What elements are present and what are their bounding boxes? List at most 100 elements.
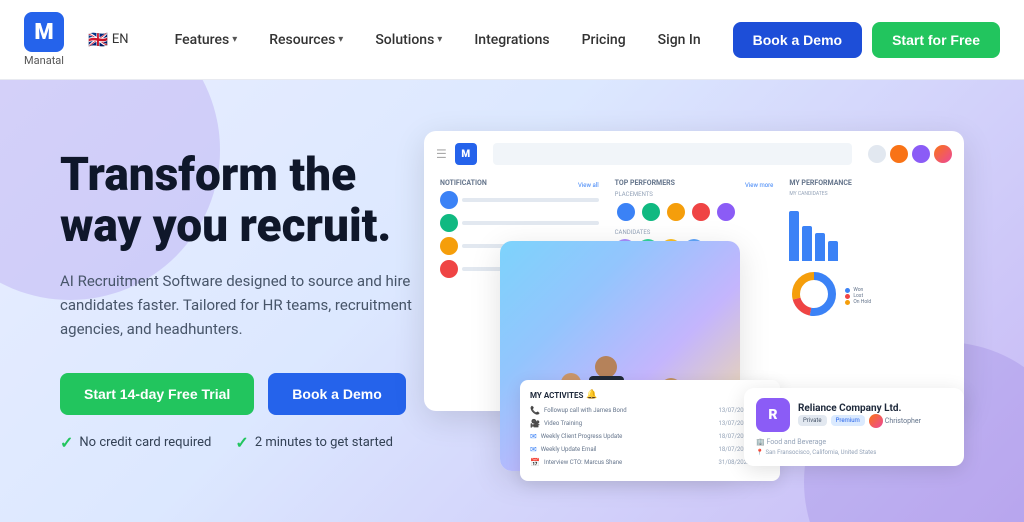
navbar: M Manatal 🇬🇧 EN Features ▾ Resources ▾ S… [0, 0, 1024, 80]
email-icon: ✉ [530, 445, 537, 454]
nav-signin[interactable]: Sign In [644, 24, 715, 56]
top-perf-avatars [615, 201, 774, 223]
company-card: R Reliance Company Ltd. Private Premium … [744, 388, 964, 466]
bar [828, 241, 838, 261]
book-demo-button[interactable]: Book a Demo [733, 22, 862, 58]
nav-resources[interactable]: Resources ▾ [255, 24, 357, 56]
top-performers-title: TOP PERFORMERS [615, 179, 675, 187]
company-name: Reliance Company Ltd. [798, 403, 921, 414]
legend: Won Lost On Hold [845, 287, 871, 305]
company-tags: Private Premium Christopher [798, 414, 921, 428]
notif-avatar [440, 214, 458, 232]
activity-item: 📅 Interview CTO: Marcus Shane 31/08/2022… [530, 458, 770, 467]
perf-avatar [640, 201, 662, 223]
perf-avatar [690, 201, 712, 223]
location-icon: 📍 [756, 449, 763, 456]
notif-avatar [440, 191, 458, 209]
dash-settings-icon [912, 145, 930, 163]
company-info: Reliance Company Ltd. Private Premium Ch… [798, 403, 921, 428]
check-icon: ✓ [235, 433, 248, 452]
company-logo: R [756, 398, 790, 432]
donut-area: Won Lost On Hold [789, 269, 948, 319]
donut-chart [789, 269, 839, 319]
legend-dot [845, 288, 850, 293]
premium-tag: Premium [831, 415, 865, 426]
lang-code: EN [112, 32, 129, 47]
activities-card: MY ACTIVITES 🔔 📞 Followup call with Jame… [520, 380, 780, 481]
chevron-down-icon: ▾ [338, 34, 343, 45]
legend-dot [845, 294, 850, 299]
calendar-icon: 📅 [530, 458, 540, 467]
company-top: R Reliance Company Ltd. Private Premium … [756, 398, 952, 432]
activity-item: ✉ Weekly Update Email 18/07/2022 - 09:00 [530, 445, 770, 454]
perf-avatar [715, 201, 737, 223]
nav-pricing[interactable]: Pricing [568, 24, 640, 56]
nav-features[interactable]: Features ▾ [161, 24, 252, 56]
free-trial-button[interactable]: Start 14-day Free Trial [60, 373, 254, 415]
dash-search-bar [493, 143, 852, 165]
building-icon: 🏢 [756, 438, 765, 446]
activity-item: 🎥 Video Training 13/07/2023 - 11:00 [530, 419, 770, 428]
perf-avatar [665, 201, 687, 223]
nav-links: Features ▾ Resources ▾ Solutions ▾ Integ… [161, 24, 733, 56]
my-candidates-label: MY CANDIDATES [789, 191, 948, 197]
bar-chart [789, 201, 948, 261]
badge-no-credit-card: ✓ No credit card required [60, 433, 211, 452]
notif-item [440, 214, 599, 232]
check-icon: ✓ [60, 433, 73, 452]
bell-icon: 🔔 [586, 390, 597, 400]
perf-avatar [615, 201, 637, 223]
bar [802, 226, 812, 261]
start-free-button[interactable]: Start for Free [872, 22, 1000, 58]
dash-avatar [934, 145, 952, 163]
candidates-label: CANDIDATES [615, 229, 774, 236]
company-user: Christopher [869, 414, 921, 428]
dash-topbar: ☰ M [436, 143, 952, 165]
hero-subtitle: AI Recruitment Software designed to sour… [60, 269, 420, 341]
nav-solutions[interactable]: Solutions ▾ [361, 24, 456, 56]
video-icon: 🎥 [530, 419, 540, 428]
notif-item [440, 191, 599, 209]
bar [789, 211, 799, 261]
logo-icon: M [24, 12, 64, 52]
activities-title: MY ACTIVITES 🔔 [530, 390, 770, 400]
brand-name: Manatal [24, 54, 64, 67]
hero-right: ☰ M NOTIFICATION View all [510, 121, 964, 481]
language-selector[interactable]: 🇬🇧 EN [88, 30, 129, 49]
phone-icon: 📞 [530, 406, 540, 415]
chevron-down-icon: ▾ [437, 34, 442, 45]
notification-title: NOTIFICATION [440, 179, 487, 187]
nav-actions: Book a Demo Start for Free [733, 22, 1000, 58]
my-performance-title: MY PERFORMANCE [789, 179, 948, 187]
my-performance-col: MY PERFORMANCE MY CANDIDATES [785, 175, 952, 405]
bar [815, 233, 825, 261]
hero-badges: ✓ No credit card required ✓ 2 minutes to… [60, 433, 490, 452]
menu-icon: ☰ [436, 147, 447, 161]
flag-icon: 🇬🇧 [88, 30, 108, 49]
legend-onhold: On Hold [845, 299, 871, 305]
legend-dot [845, 300, 850, 305]
company-location: 📍 San Fransocisco, California, United St… [756, 449, 952, 456]
notif-avatar [440, 237, 458, 255]
notif-avatar [440, 260, 458, 278]
email-icon: ✉ [530, 432, 537, 441]
badge-quick-start: ✓ 2 minutes to get started [235, 433, 393, 452]
hero-book-demo-button[interactable]: Book a Demo [268, 373, 405, 415]
dash-notification-icon [890, 145, 908, 163]
activity-item: 📞 Followup call with James Bond 13/07/20… [530, 406, 770, 415]
activity-item: ✉ Weekly Client Progress Update 18/07/20… [530, 432, 770, 441]
dash-logo: M [455, 143, 477, 165]
nav-integrations[interactable]: Integrations [460, 24, 563, 56]
chevron-down-icon: ▾ [232, 34, 237, 45]
placements-label: PLACEMENTS [615, 191, 774, 198]
hero-section: Transform the way you recruit. AI Recrui… [0, 80, 1024, 522]
private-tag: Private [798, 415, 827, 426]
company-industry: 🏢 Food and Beverage [756, 438, 952, 446]
view-all-link[interactable]: View all [578, 182, 599, 189]
dash-right-icons [868, 145, 952, 163]
logo-area[interactable]: M Manatal [24, 12, 64, 67]
user-avatar [869, 414, 883, 428]
dash-icon [868, 145, 886, 163]
view-more-link[interactable]: View more [745, 182, 773, 189]
person-head [595, 356, 617, 378]
